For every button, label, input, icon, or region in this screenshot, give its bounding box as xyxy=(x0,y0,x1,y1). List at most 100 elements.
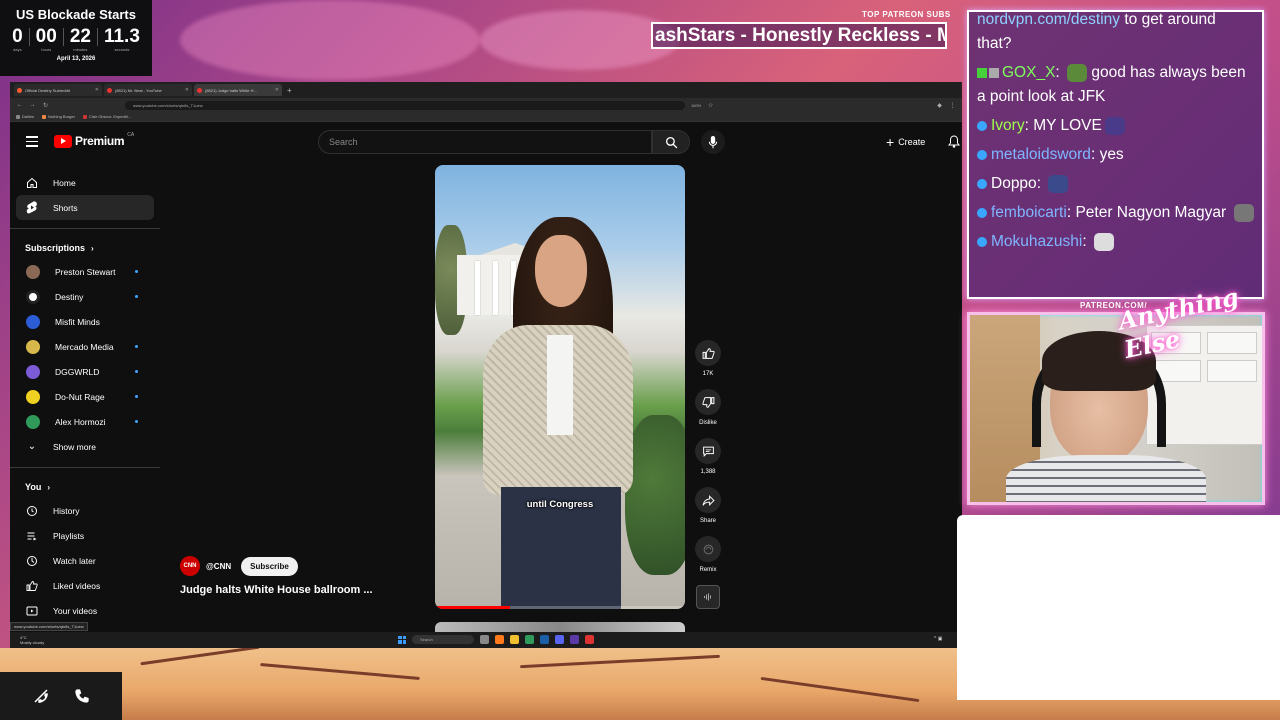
forward-icon[interactable]: → xyxy=(29,102,36,108)
stream-controls xyxy=(0,672,122,720)
share-label: Share xyxy=(699,518,716,524)
hang-up-icon[interactable] xyxy=(32,687,50,705)
video-progress-fill xyxy=(435,606,510,609)
chat-message: GOX_X: good has always been a point look… xyxy=(977,63,1246,105)
taskbar-app-icon[interactable] xyxy=(555,635,564,644)
sidebar-item-liked-videos[interactable]: Liked videos xyxy=(10,573,160,598)
new-content-dot xyxy=(135,295,138,298)
create-button[interactable]: + Create xyxy=(880,133,931,151)
menu-dots-icon[interactable]: ⋮ xyxy=(949,102,956,109)
share-button[interactable] xyxy=(695,487,721,513)
comment-count: 1,388 xyxy=(700,469,716,475)
subscriptions-header[interactable]: Subscriptions › xyxy=(10,237,160,259)
share-icon xyxy=(702,494,715,506)
sidebar-item-subscription[interactable]: Do-Nut Rage xyxy=(10,384,160,409)
sidebar-item-subscription[interactable]: Misfit Minds xyxy=(10,309,160,334)
sidebar-item-subscription[interactable]: Alex Hormozi xyxy=(10,409,160,434)
browser-tab-active[interactable]: (8521) Judge halts White H... ✕ xyxy=(194,84,282,96)
bookmark-star-icon[interactable]: ☆ xyxy=(707,102,714,109)
divider xyxy=(10,228,160,229)
youtube-logo[interactable]: Premium CA xyxy=(54,132,134,148)
comments-button[interactable] xyxy=(695,438,721,464)
shorts-icon xyxy=(26,201,38,214)
back-icon[interactable]: ← xyxy=(16,102,23,108)
windows-taskbar: 4°C Mostly cloudy Search ^ ▣ xyxy=(10,632,962,648)
taskbar-app-icon[interactable] xyxy=(540,635,549,644)
close-icon[interactable]: ✕ xyxy=(275,87,279,93)
browser-tab[interactable]: Official Destiny Subreddit ✕ xyxy=(14,84,102,96)
weather-widget[interactable]: 4°C Mostly cloudy xyxy=(20,635,44,645)
dislike-button[interactable] xyxy=(695,389,721,415)
reload-icon[interactable]: ↻ xyxy=(42,102,49,109)
zoom-level[interactable]: 160% xyxy=(691,103,701,108)
remix-button[interactable] xyxy=(695,536,721,562)
subscribe-button[interactable]: Subscribe xyxy=(241,556,298,576)
bookmark-item[interactable]: Clair Obscur: Expediti... xyxy=(82,114,131,119)
taskbar-app-icon[interactable] xyxy=(510,635,519,644)
bookmark-item[interactable]: Nothing Burger xyxy=(42,114,75,119)
taskbar-app-icon[interactable] xyxy=(495,635,504,644)
chat-username[interactable]: Ivory xyxy=(991,117,1025,134)
chat-username[interactable]: Doppo xyxy=(991,175,1037,192)
channel-avatar xyxy=(26,264,40,279)
close-icon[interactable]: ✕ xyxy=(95,87,99,93)
like-button[interactable] xyxy=(695,340,721,366)
thumbs-up-icon xyxy=(702,347,715,359)
show-more-button[interactable]: ⌄ Show more xyxy=(10,434,160,459)
browser-tab[interactable]: (8521) Mr. Beat - YouTube ✕ xyxy=(104,84,192,96)
taskbar-app-icon[interactable] xyxy=(525,635,534,644)
sidebar-item-subscription[interactable]: Mercado Media xyxy=(10,334,160,359)
windows-start-icon[interactable] xyxy=(398,635,406,644)
short-title[interactable]: Judge halts White House ballroom ... xyxy=(180,584,373,596)
sidebar-item-shorts[interactable]: Shorts xyxy=(16,195,154,220)
url-field[interactable]: www.youtube.com/shorts/qtn8s_T1uew xyxy=(125,100,685,110)
chat-username[interactable]: femboicarti xyxy=(991,204,1067,221)
chat-username[interactable]: GOX_X xyxy=(1002,64,1055,81)
emote-icon xyxy=(1048,174,1069,193)
chat-username[interactable]: metaloidsword xyxy=(991,146,1091,163)
taskbar-app-icon[interactable] xyxy=(585,635,594,644)
sidebar-item-history[interactable]: History xyxy=(10,498,160,523)
chat-message: Mokuhazushi: xyxy=(977,230,1254,254)
countdown-seconds: 11.3 seconds xyxy=(103,26,140,53)
sidebar-item-home[interactable]: Home xyxy=(10,170,160,195)
shorts-video-player[interactable]: until Congress xyxy=(435,165,685,609)
bell-icon xyxy=(948,135,960,148)
sidebar-item-subscription[interactable]: DGGWRLD xyxy=(10,359,160,384)
browser-window: Official Destiny Subreddit ✕ (8521) Mr. B… xyxy=(10,82,962,648)
sidebar-item-watch-later[interactable]: Watch later xyxy=(10,548,160,573)
emote-icon xyxy=(1104,116,1125,135)
taskbar-app-icon[interactable] xyxy=(570,635,579,644)
channel-handle[interactable]: @CNN xyxy=(206,562,231,571)
extensions-icon[interactable]: ◆ xyxy=(936,102,943,109)
chat-message: Ivory: MY LOVE xyxy=(977,114,1254,138)
sidebar-item-your-videos[interactable]: Your videos xyxy=(10,598,160,623)
hamburger-menu-icon[interactable] xyxy=(26,136,38,150)
chat-username[interactable]: Mokuhazushi xyxy=(991,233,1082,250)
sidebar-item-playlists[interactable]: Playlists xyxy=(10,523,160,548)
bookmark-item[interactable]: Dailies xyxy=(16,114,34,119)
search-button[interactable] xyxy=(652,130,690,154)
close-icon[interactable]: ✕ xyxy=(185,87,189,93)
channel-avatar[interactable]: CNN xyxy=(180,556,200,576)
remix-icon xyxy=(703,544,713,554)
new-content-dot xyxy=(135,270,138,273)
new-tab-button[interactable]: + xyxy=(287,86,292,95)
audio-waveform-icon xyxy=(704,593,711,601)
patreon-subs-label: TOP PATREON SUBS xyxy=(862,10,951,19)
sidebar-item-subscription[interactable]: Preston Stewart xyxy=(10,259,160,284)
system-tray[interactable]: ^ ▣ xyxy=(934,636,942,642)
search-input[interactable]: Search xyxy=(318,130,652,154)
taskbar-app-icon[interactable] xyxy=(480,635,489,644)
sidebar-item-subscription[interactable]: Destiny xyxy=(10,284,160,309)
taskbar-search[interactable]: Search xyxy=(412,635,474,644)
chat-link[interactable]: nordvpn.com/destiny xyxy=(977,12,1120,28)
chat-badge-icon xyxy=(977,67,987,78)
phone-icon[interactable] xyxy=(74,688,90,704)
you-header[interactable]: You › xyxy=(10,476,160,498)
notifications-button[interactable] xyxy=(948,135,960,153)
voice-search-button[interactable] xyxy=(701,130,725,154)
video-progress-bar[interactable] xyxy=(435,606,685,609)
new-content-dot xyxy=(135,420,138,423)
sound-button[interactable] xyxy=(696,585,720,609)
